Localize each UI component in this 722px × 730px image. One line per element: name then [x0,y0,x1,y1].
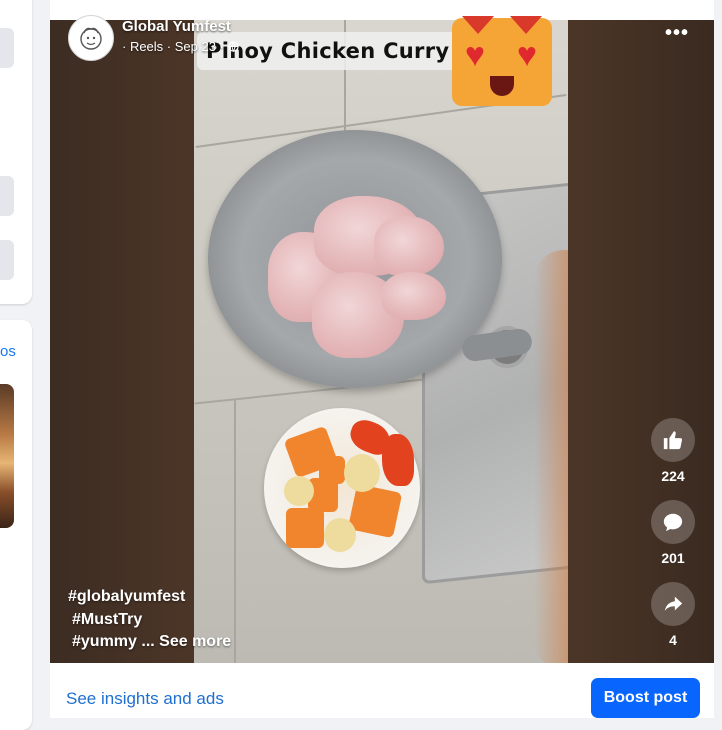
author-avatar[interactable] [68,15,114,61]
more-horizontal-icon: ••• [664,22,689,44]
reel-media[interactable] [50,20,714,663]
share-count: 4 [669,632,677,648]
author-name[interactable]: Global Yumfest [122,18,231,35]
caption-hashtag[interactable]: #yummy [72,633,137,650]
left-menu-item[interactable] [0,176,14,216]
left-menu-item[interactable] [0,240,14,280]
comment-count: 201 [661,550,685,566]
see-insights-link[interactable]: See insights and ads [66,689,224,709]
left-menu-item[interactable] [0,28,14,68]
like-button[interactable] [651,418,695,462]
heart-eyes-cat-sticker: ♥ ♥ [452,16,552,106]
comment-icon [663,513,683,532]
heart-icon: ♥ [464,36,486,74]
globe-icon [227,41,239,52]
heart-icon: ♥ [516,36,538,74]
reel-video-frame[interactable] [194,20,568,663]
left-see-all-link[interactable]: os [0,343,16,360]
more-options-button[interactable]: ••• [662,23,692,44]
caption-line: #yummy ... See more [72,633,231,651]
caption-hashtag[interactable]: #globalyumfest [68,588,185,606]
post-meta-text: · Reels · Sep 23 · [122,39,224,54]
caption-hashtag[interactable]: #MustTry [72,611,142,629]
hand-image [534,250,568,663]
share-icon [664,596,683,611]
comment-button[interactable] [651,500,695,544]
boost-post-button[interactable]: Boost post [591,678,700,718]
left-reel-thumbnail[interactable] [0,384,14,528]
like-count: 224 [661,468,685,484]
share-button[interactable] [651,582,695,626]
chef-logo-icon [80,27,102,50]
thumbs-up-icon [663,431,683,450]
post-meta: · Reels · Sep 23 · [122,39,239,54]
see-more-link[interactable]: ... See more [141,633,231,650]
